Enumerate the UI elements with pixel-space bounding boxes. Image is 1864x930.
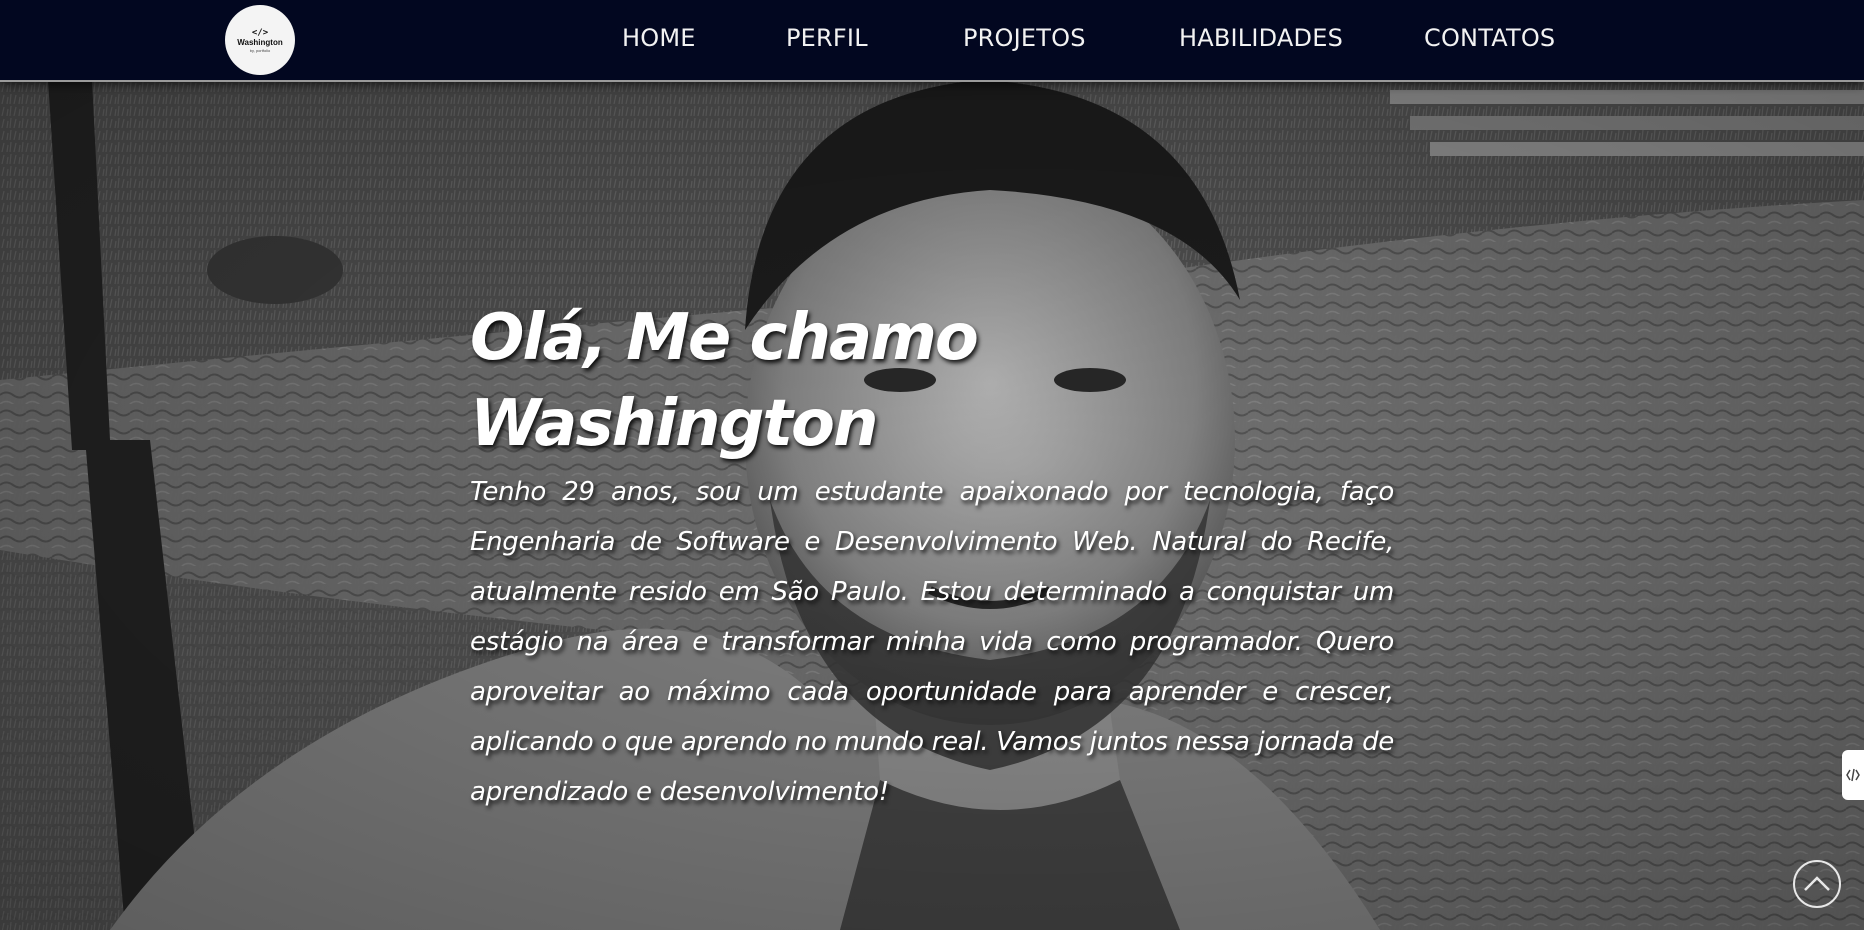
hero-heading: Olá, Me chamo Washington xyxy=(470,301,979,461)
nav-link-habilidades[interactable]: HABILIDADES xyxy=(1179,24,1343,52)
side-tab-glyph xyxy=(1846,768,1860,782)
nav-link-contatos[interactable]: CONTATOS xyxy=(1424,24,1555,52)
intro-block: Olá, Me chamo Washington Tenho 29 anos, … xyxy=(470,295,1394,817)
portfolio-page: </> Washington by, portfolio HOME PERFIL… xyxy=(0,0,1864,930)
hero-paragraph: Tenho 29 anos, sou um estudante apaixona… xyxy=(470,477,1394,807)
back-to-top-button[interactable] xyxy=(1793,860,1841,908)
nav-link-home[interactable]: HOME xyxy=(622,24,696,52)
main-nav: HOME PERFIL PROJETOS HABILIDADES CONTATO… xyxy=(0,0,1864,80)
nav-link-perfil[interactable]: PERFIL xyxy=(786,24,868,52)
nav-link-projetos[interactable]: PROJETOS xyxy=(963,24,1086,52)
chevron-up-icon xyxy=(1804,876,1830,891)
code-icon[interactable] xyxy=(1842,750,1864,800)
top-navbar: </> Washington by, portfolio HOME PERFIL… xyxy=(0,0,1864,82)
